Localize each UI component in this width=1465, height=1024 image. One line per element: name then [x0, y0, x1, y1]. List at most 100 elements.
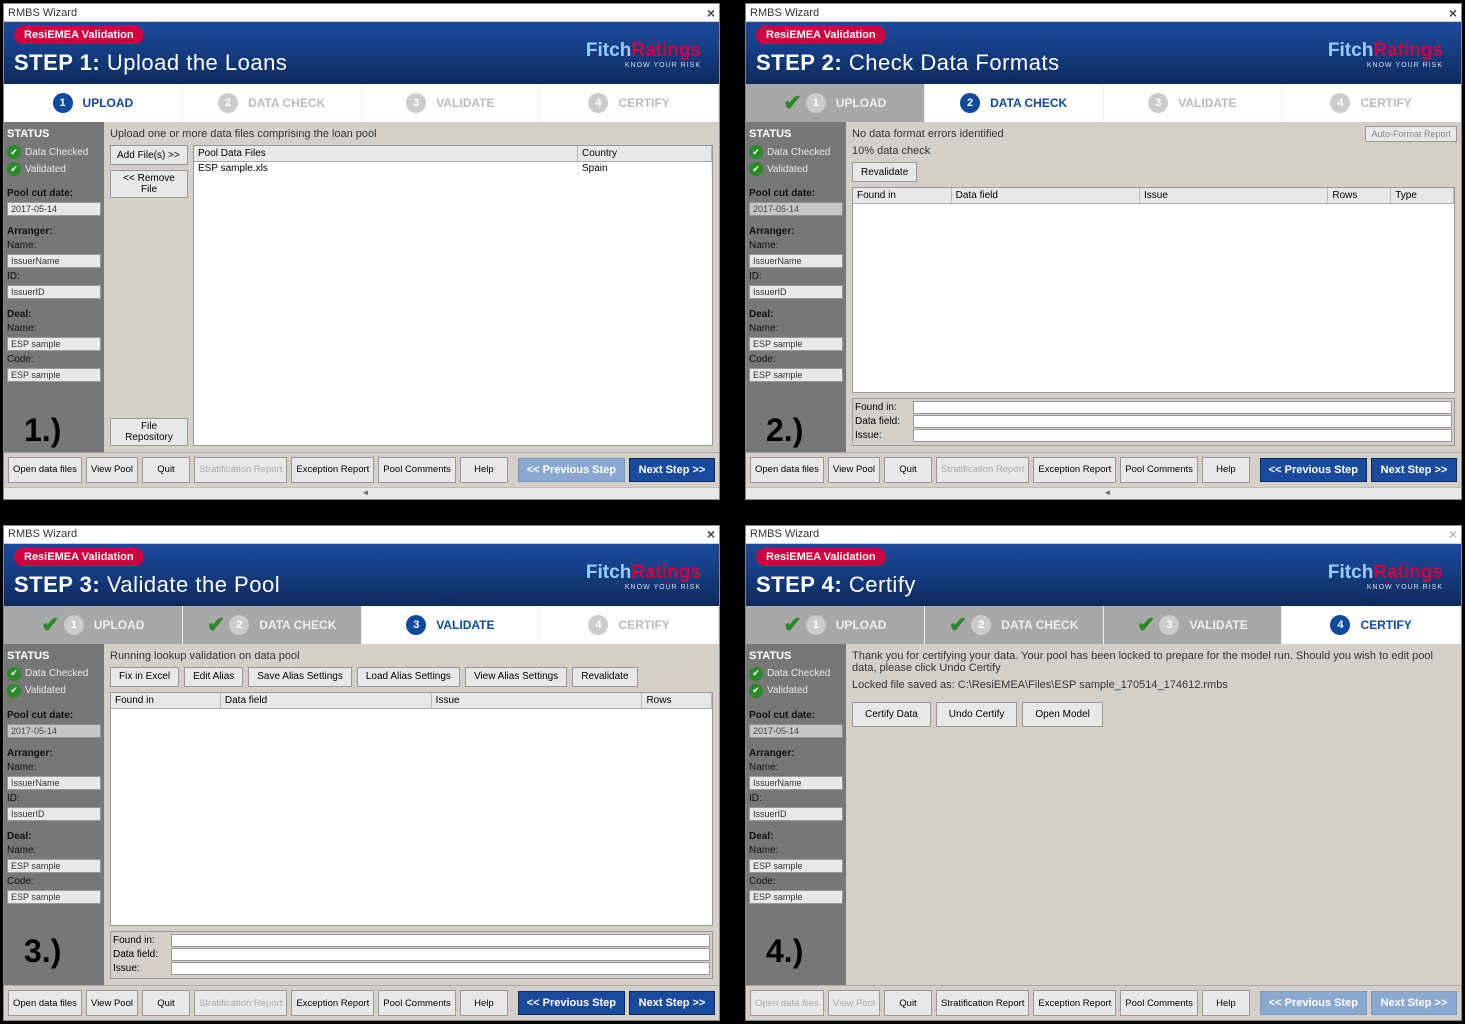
revalidate-button[interactable]: Revalidate: [852, 162, 917, 182]
next-step-button[interactable]: Next Step >>: [1371, 458, 1457, 482]
pool-comments-button[interactable]: Pool Comments: [378, 990, 456, 1016]
help-button[interactable]: Help: [1202, 990, 1250, 1016]
close-icon[interactable]: ×: [1449, 5, 1457, 21]
tab-certify[interactable]: 4CERTIFY: [540, 84, 719, 122]
detail-box: Found in: Data field: Issue:: [852, 398, 1455, 446]
errors-grid[interactable]: Found in Data field Issue Rows Type: [852, 187, 1455, 393]
tab-upload[interactable]: ✔1UPLOAD: [4, 606, 183, 644]
revalidate-button[interactable]: Revalidate: [572, 667, 637, 687]
stratification-report-button[interactable]: Stratification Report: [936, 990, 1029, 1016]
close-icon[interactable]: ×: [707, 526, 715, 542]
deal-name-input[interactable]: [7, 337, 101, 351]
pool-comments-button[interactable]: Pool Comments: [1120, 457, 1198, 483]
close-icon[interactable]: ×: [707, 5, 715, 21]
horizontal-scrollbar[interactable]: [746, 487, 1461, 499]
arranger-id-input[interactable]: [7, 285, 101, 299]
stepbar: ✔1UPLOAD ✔2DATA CHECK ✔3VALIDATE 4CERTIF…: [746, 606, 1461, 644]
pool-cut-label: Pool cut date:: [749, 710, 843, 721]
open-model-button[interactable]: Open Model: [1022, 702, 1102, 727]
window-title: RMBS Wizard: [750, 7, 819, 19]
footer: Open data files View Pool Quit Stratific…: [4, 452, 719, 487]
deal-code-input[interactable]: [749, 890, 843, 904]
undo-certify-button[interactable]: Undo Certify: [936, 702, 1018, 727]
code-label: Code:: [7, 354, 101, 365]
issue-field[interactable]: [913, 429, 1452, 442]
horizontal-scrollbar[interactable]: [4, 487, 719, 499]
pool-comments-button[interactable]: Pool Comments: [378, 457, 456, 483]
tab-datacheck[interactable]: ✔2DATA CHECK: [925, 606, 1104, 644]
arranger-id-input[interactable]: [7, 807, 101, 821]
deal-name-input[interactable]: [749, 337, 843, 351]
logo: FitchRatings KNOW YOUR RISK: [586, 40, 701, 69]
found-in-field[interactable]: [171, 934, 710, 947]
exception-report-button[interactable]: Exception Report: [291, 990, 374, 1016]
pool-cut-input[interactable]: [7, 202, 101, 216]
view-alias-button[interactable]: View Alias Settings: [465, 667, 567, 687]
quit-button[interactable]: Quit: [884, 457, 932, 483]
previous-step-button[interactable]: << Previous Step: [1260, 458, 1367, 482]
arranger-id-input[interactable]: [749, 285, 843, 299]
arranger-name-input[interactable]: [749, 254, 843, 268]
deal-code-input[interactable]: [7, 890, 101, 904]
help-button[interactable]: Help: [1202, 457, 1250, 483]
fix-in-excel-button[interactable]: Fix in Excel: [110, 667, 179, 687]
pool-comments-button[interactable]: Pool Comments: [1120, 990, 1198, 1016]
deal-name-input[interactable]: [7, 859, 101, 873]
tab-upload[interactable]: ✔1UPLOAD: [746, 84, 925, 122]
arranger-name-input[interactable]: [7, 254, 101, 268]
exception-report-button[interactable]: Exception Report: [1033, 457, 1116, 483]
auto-format-report-button[interactable]: Auto-Format Report: [1365, 126, 1457, 142]
quit-button[interactable]: Quit: [142, 457, 190, 483]
errors-grid[interactable]: Found in Data field Issue Rows: [110, 692, 713, 927]
edit-alias-button[interactable]: Edit Alias: [184, 667, 243, 687]
deal-code-input[interactable]: [7, 368, 101, 382]
save-alias-button[interactable]: Save Alias Settings: [248, 667, 352, 687]
view-pool-button[interactable]: View Pool: [86, 990, 138, 1016]
view-pool-button[interactable]: View Pool: [86, 457, 138, 483]
tab-upload[interactable]: 1UPLOAD: [4, 84, 183, 122]
quit-button[interactable]: Quit: [142, 990, 190, 1016]
certify-data-button[interactable]: Certify Data: [852, 702, 931, 727]
tab-validate[interactable]: 3VALIDATE: [362, 606, 541, 644]
data-field-field[interactable]: [171, 948, 710, 961]
tab-validate[interactable]: 3VALIDATE: [362, 84, 541, 122]
files-grid[interactable]: Pool Data FilesCountry ESP sample.xlsSpa…: [193, 145, 713, 446]
issue-field[interactable]: [171, 962, 710, 975]
found-in-field[interactable]: [913, 401, 1452, 414]
remove-file-button[interactable]: << Remove File: [110, 170, 188, 198]
open-data-files-button[interactable]: Open data files: [8, 990, 82, 1016]
add-files-button[interactable]: Add File(s) >>: [110, 145, 188, 165]
tab-datacheck[interactable]: 2DATA CHECK: [925, 84, 1104, 122]
previous-step-button[interactable]: << Previous Step: [518, 991, 625, 1015]
tab-upload[interactable]: ✔1UPLOAD: [746, 606, 925, 644]
open-data-files-button[interactable]: Open data files: [8, 457, 82, 483]
tab-datacheck[interactable]: 2DATA CHECK: [183, 84, 362, 122]
check-icon: ✔: [7, 684, 21, 698]
file-repository-button[interactable]: File Repository: [110, 418, 188, 446]
tab-validate[interactable]: 3VALIDATE: [1104, 84, 1283, 122]
tab-validate[interactable]: ✔3VALIDATE: [1104, 606, 1283, 644]
next-step-button[interactable]: Next Step >>: [629, 991, 715, 1015]
main-panel: Thank you for certifying your data. Your…: [846, 644, 1461, 986]
exception-report-button[interactable]: Exception Report: [1033, 990, 1116, 1016]
check-icon: ✔: [7, 145, 21, 159]
view-pool-button[interactable]: View Pool: [828, 457, 880, 483]
load-alias-button[interactable]: Load Alias Settings: [357, 667, 460, 687]
next-step-button[interactable]: Next Step >>: [629, 458, 715, 482]
tab-certify[interactable]: 4CERTIFY: [1282, 606, 1461, 644]
exception-report-button[interactable]: Exception Report: [291, 457, 374, 483]
arranger-id-input[interactable]: [749, 807, 843, 821]
open-data-files-button[interactable]: Open data files: [750, 457, 824, 483]
deal-code-input[interactable]: [749, 368, 843, 382]
tab-datacheck[interactable]: ✔2DATA CHECK: [183, 606, 362, 644]
arranger-name-input[interactable]: [749, 776, 843, 790]
deal-name-input[interactable]: [749, 859, 843, 873]
table-row[interactable]: ESP sample.xlsSpain: [194, 162, 712, 175]
tab-certify[interactable]: 4CERTIFY: [1282, 84, 1461, 122]
tab-certify[interactable]: 4CERTIFY: [540, 606, 719, 644]
quit-button[interactable]: Quit: [884, 990, 932, 1016]
help-button[interactable]: Help: [460, 990, 508, 1016]
data-field-field[interactable]: [913, 415, 1452, 428]
help-button[interactable]: Help: [460, 457, 508, 483]
arranger-name-input[interactable]: [7, 776, 101, 790]
